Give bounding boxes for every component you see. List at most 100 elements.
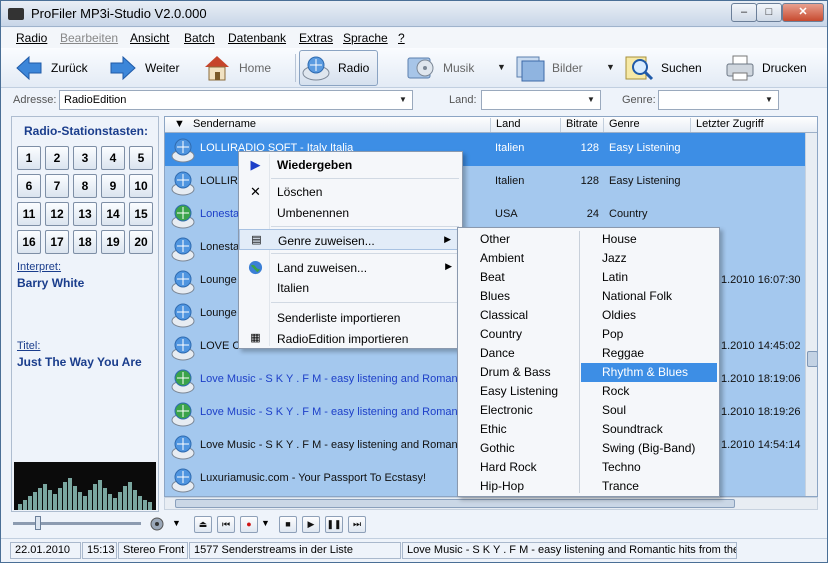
volume-slider[interactable] <box>13 522 141 525</box>
genre-item[interactable]: Jazz <box>581 249 717 268</box>
music-dropdown-icon[interactable]: ▼ <box>497 62 506 72</box>
record-dropdown-icon[interactable]: ▼ <box>261 518 270 528</box>
station-key-19[interactable]: 19 <box>101 230 125 254</box>
col-bitrate[interactable]: Bitrate <box>560 118 603 132</box>
station-key-15[interactable]: 15 <box>129 202 153 226</box>
station-key-12[interactable]: 12 <box>45 202 69 226</box>
genre-item[interactable]: Gothic <box>459 439 579 458</box>
radio-button[interactable]: Radio <box>299 50 379 86</box>
station-key-18[interactable]: 18 <box>73 230 97 254</box>
genre-item[interactable]: Techno <box>581 458 717 477</box>
menu-import-radioedition[interactable]: ▦ RadioEdition importieren <box>239 328 462 349</box>
search-button[interactable]: Suchen <box>623 50 702 86</box>
station-key-11[interactable]: 11 <box>17 202 41 226</box>
genre-item[interactable]: Rhythm & Blues <box>581 363 717 382</box>
genre-item[interactable]: Ambient <box>459 249 579 268</box>
speaker-dropdown-icon[interactable]: ▼ <box>172 518 181 528</box>
col-last-access[interactable]: Letzter Zugriff <box>690 118 805 132</box>
menu-extras[interactable]: Extras <box>299 31 333 45</box>
station-key-7[interactable]: 7 <box>45 174 69 198</box>
vertical-scrollbar[interactable] <box>805 133 817 496</box>
genre-item[interactable]: Swing (Big-Band) <box>581 439 717 458</box>
play-button[interactable]: ▶ <box>302 516 320 533</box>
station-key-17[interactable]: 17 <box>45 230 69 254</box>
genre-item[interactable]: Pop <box>581 325 717 344</box>
close-button[interactable]: ✕ <box>782 3 824 22</box>
menu-datenbank[interactable]: Datenbank <box>228 31 286 45</box>
record-button[interactable]: ● <box>240 516 258 533</box>
menu-delete[interactable]: ✕ Löschen <box>239 181 462 202</box>
station-key-20[interactable]: 20 <box>129 230 153 254</box>
scroll-thumb[interactable] <box>807 351 817 367</box>
home-button[interactable]: Home <box>201 50 271 86</box>
genre-item[interactable]: Latin <box>581 268 717 287</box>
genre-item[interactable]: Electronic <box>459 401 579 420</box>
genre-item[interactable]: Ethic <box>459 420 579 439</box>
col-land[interactable]: Land <box>490 118 560 132</box>
address-combo[interactable]: RadioEdition ▼ <box>59 90 413 110</box>
menu-bearbeiten[interactable]: Bearbeiten <box>60 31 118 45</box>
menu-sprache[interactable]: Sprache <box>343 31 388 45</box>
menu-help[interactable]: ? <box>398 31 405 45</box>
chevron-down-icon[interactable]: ▼ <box>583 92 599 108</box>
eject-button[interactable]: ⏏ <box>194 516 212 533</box>
genre-item[interactable]: Classical <box>459 306 579 325</box>
station-key-6[interactable]: 6 <box>17 174 41 198</box>
genre-combo[interactable]: ▼ <box>658 90 779 110</box>
maximize-button[interactable]: □ <box>756 3 782 22</box>
menu-batch[interactable]: Batch <box>184 31 215 45</box>
menu-assign-country[interactable]: Land zuweisen... ▶ <box>239 257 462 278</box>
rewind-button[interactable]: ⏮ <box>217 516 235 533</box>
images-dropdown-icon[interactable]: ▼ <box>606 62 615 72</box>
menu-radio[interactable]: Radio <box>16 31 47 45</box>
land-combo[interactable]: ▼ <box>481 90 601 110</box>
scroll-thumb[interactable] <box>175 499 735 508</box>
station-key-10[interactable]: 10 <box>129 174 153 198</box>
genre-item[interactable]: Hard Rock <box>459 458 579 477</box>
genre-item[interactable]: Rock <box>581 382 717 401</box>
volume-slider-thumb[interactable] <box>35 516 41 530</box>
menu-rename[interactable]: Umbenennen <box>239 202 462 223</box>
col-sendername[interactable]: Sendername <box>188 118 488 132</box>
minimize-button[interactable]: – <box>731 3 757 22</box>
col-genre[interactable]: Genre <box>603 118 690 132</box>
genre-item[interactable]: National Folk <box>581 287 717 306</box>
speaker-icon[interactable] <box>149 516 165 532</box>
genre-item[interactable]: Soul <box>581 401 717 420</box>
station-key-5[interactable]: 5 <box>129 146 153 170</box>
genre-item[interactable]: House <box>581 230 717 249</box>
station-key-4[interactable]: 4 <box>101 146 125 170</box>
genre-item[interactable]: Hip-Hop <box>459 477 579 496</box>
forward-button[interactable]: Weiter <box>107 50 179 86</box>
station-key-3[interactable]: 3 <box>73 146 97 170</box>
print-button[interactable]: Drucken <box>724 50 807 86</box>
menu-assign-genre[interactable]: ▤ Genre zuweisen... ▶ <box>239 229 462 250</box>
images-button[interactable]: Bilder <box>514 50 583 86</box>
menu-import-list[interactable]: Senderliste importieren <box>239 307 462 328</box>
genre-item[interactable]: Blues <box>459 287 579 306</box>
menu-play[interactable]: ▶ Wiedergeben <box>239 154 462 175</box>
station-key-2[interactable]: 2 <box>45 146 69 170</box>
genre-item[interactable]: Reggae <box>581 344 717 363</box>
station-key-14[interactable]: 14 <box>101 202 125 226</box>
genre-item[interactable]: Soundtrack <box>581 420 717 439</box>
music-button[interactable]: Musik <box>405 50 474 86</box>
genre-item[interactable]: Beat <box>459 268 579 287</box>
station-key-1[interactable]: 1 <box>17 146 41 170</box>
genre-item[interactable]: Oldies <box>581 306 717 325</box>
chevron-down-icon[interactable]: ▼ <box>395 92 411 108</box>
genre-item[interactable]: Country <box>459 325 579 344</box>
back-button[interactable]: Zurück <box>13 50 88 86</box>
station-key-9[interactable]: 9 <box>101 174 125 198</box>
genre-item[interactable]: Drum & Bass <box>459 363 579 382</box>
station-key-13[interactable]: 13 <box>73 202 97 226</box>
station-key-8[interactable]: 8 <box>73 174 97 198</box>
horizontal-scrollbar[interactable] <box>164 497 818 510</box>
genre-item[interactable]: Other <box>459 230 579 249</box>
station-key-16[interactable]: 16 <box>17 230 41 254</box>
next-button[interactable]: ⏭ <box>348 516 366 533</box>
stop-button[interactable]: ■ <box>279 516 297 533</box>
chevron-down-icon[interactable]: ▼ <box>761 92 777 108</box>
genre-item[interactable]: Easy Listening <box>459 382 579 401</box>
title-bar[interactable]: ProFiler MP3i-Studio V2.0.000 – □ ✕ <box>1 1 827 27</box>
